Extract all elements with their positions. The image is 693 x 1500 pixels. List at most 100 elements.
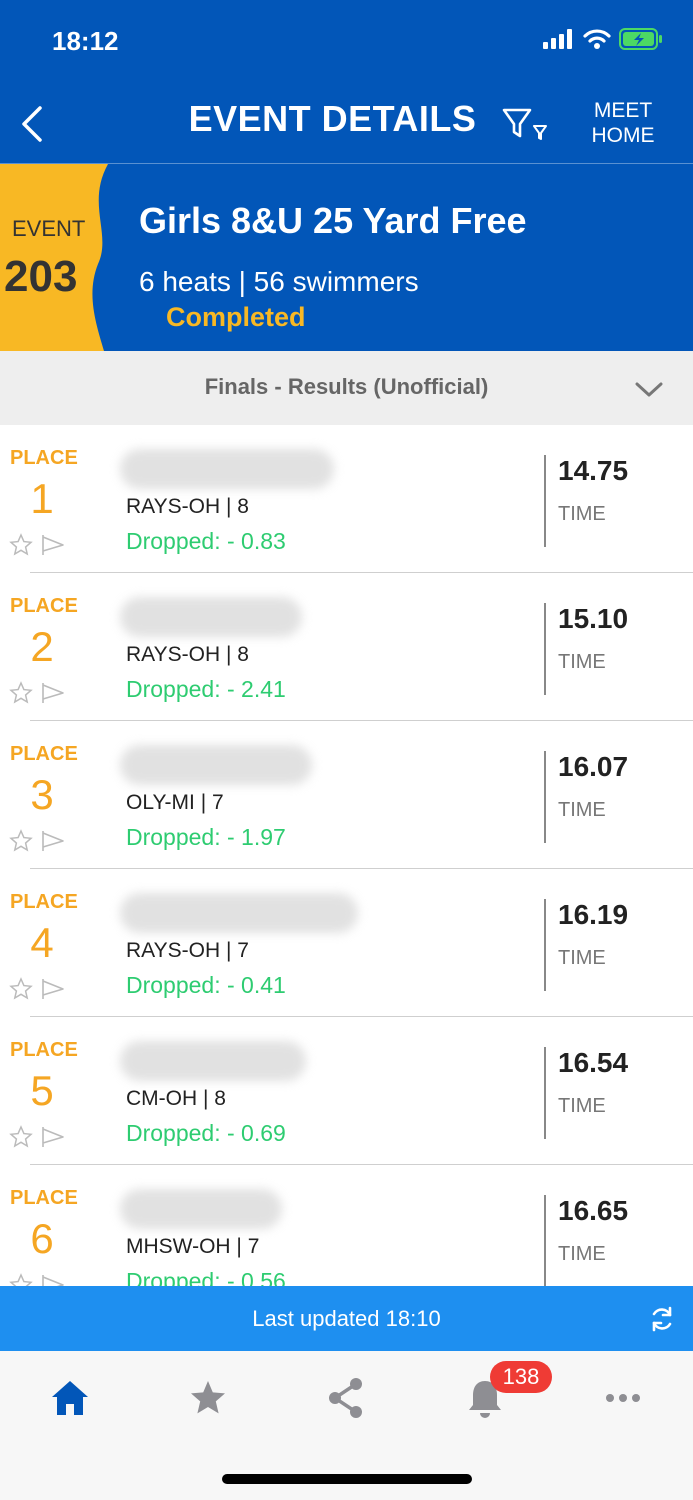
flag-outline-icon[interactable]	[40, 681, 66, 705]
status-time: 18:12	[52, 26, 119, 56]
star-outline-icon[interactable]	[9, 829, 33, 853]
result-row[interactable]: PLACE 5 CM-OH | 8 Dropped: - 0.69 16.54 …	[0, 1017, 693, 1165]
place-label: PLACE	[10, 595, 78, 617]
time-label: TIME	[558, 651, 606, 673]
dropped-time: Dropped: - 2.41	[126, 676, 286, 702]
swimmer-name-redacted	[120, 1041, 306, 1081]
dropped-time: Dropped: - 0.69	[126, 1120, 286, 1146]
swim-time: 16.65	[558, 1195, 629, 1226]
team-age: OLY-MI | 7	[126, 791, 224, 814]
star-outline-icon[interactable]	[9, 681, 33, 705]
event-label: EVENT	[12, 216, 86, 241]
results-selector[interactable]: Finals - Results (Unofficial)	[0, 351, 693, 425]
place-label: PLACE	[10, 447, 78, 469]
status-icons	[543, 28, 663, 50]
team-age: RAYS-OH | 8	[126, 495, 249, 518]
place-number: 6	[30, 1215, 54, 1262]
result-row[interactable]: PLACE 4 RAYS-OH | 7 Dropped: - 0.41 16.1…	[0, 869, 693, 1017]
flag-outline-icon[interactable]	[40, 1273, 66, 1286]
time-divider	[544, 455, 546, 547]
time-label: TIME	[558, 1095, 606, 1117]
chevron-down-icon	[635, 382, 663, 397]
flag-outline-icon[interactable]	[40, 829, 66, 853]
time-label: TIME	[558, 799, 606, 821]
refresh-icon[interactable]	[647, 1304, 677, 1334]
home-indicator[interactable]	[222, 1474, 472, 1484]
home-icon	[52, 1381, 88, 1415]
nav-bar: EVENT DETAILS MEET HOME	[0, 80, 693, 164]
result-row[interactable]: PLACE 3 OLY-MI | 7 Dropped: - 1.97 16.07…	[0, 721, 693, 869]
time-divider	[544, 1195, 546, 1286]
tab-home[interactable]	[40, 1373, 100, 1423]
team-age: RAYS-OH | 7	[126, 939, 249, 962]
last-updated-text: Last updated 18:10	[252, 1306, 441, 1331]
place-number: 5	[30, 1067, 54, 1114]
filter-button[interactable]	[500, 102, 552, 146]
results-label: Finals - Results (Unofficial)	[204, 374, 489, 399]
event-subtitle: 6 heats | 56 swimmers	[139, 266, 419, 297]
results-list[interactable]: PLACE 1 RAYS-OH | 8 Dropped: - 0.83 14.7…	[0, 425, 693, 1286]
place-number: 4	[30, 919, 54, 966]
tab-share[interactable]	[316, 1373, 376, 1423]
star-outline-icon[interactable]	[9, 1273, 33, 1286]
battery-icon	[619, 28, 662, 50]
swimmer-name-redacted	[120, 449, 334, 489]
meet-home-line1: MEET	[593, 99, 653, 122]
dropped-time: Dropped: - 0.41	[126, 972, 286, 998]
place-label: PLACE	[10, 891, 78, 913]
time-divider	[544, 751, 546, 843]
result-row[interactable]: PLACE 6 MHSW-OH | 7 Dropped: - 0.56 16.6…	[0, 1165, 693, 1286]
event-header: EVENT 203 Girls 8&U 25 Yard Free 6 heats…	[0, 164, 693, 351]
tab-favorites[interactable]	[178, 1373, 238, 1423]
swim-time: 15.10	[558, 603, 629, 634]
time-label: TIME	[558, 1243, 606, 1265]
flag-outline-icon[interactable]	[40, 533, 66, 557]
team-age: CM-OH | 8	[126, 1087, 226, 1110]
place-number: 1	[30, 475, 54, 522]
last-updated-bar: Last updated 18:10	[0, 1286, 693, 1351]
swim-time: 16.07	[558, 751, 629, 782]
signal-icon	[543, 29, 572, 49]
swimmer-name-redacted	[120, 893, 358, 933]
tab-more[interactable]	[593, 1373, 653, 1423]
star-icon	[191, 1381, 225, 1414]
swim-time: 14.75	[558, 455, 629, 486]
star-outline-icon[interactable]	[9, 1125, 33, 1149]
dropped-time: Dropped: - 1.97	[126, 824, 286, 850]
share-icon	[329, 1378, 362, 1418]
dropped-time: Dropped: - 0.83	[126, 528, 286, 554]
filter-icon	[502, 108, 547, 140]
place-label: PLACE	[10, 1187, 78, 1209]
wifi-icon	[583, 29, 611, 49]
meet-home-line2: HOME	[591, 124, 655, 147]
flag-outline-icon[interactable]	[40, 977, 66, 1001]
team-age: RAYS-OH | 8	[126, 643, 249, 666]
star-outline-icon[interactable]	[9, 977, 33, 1001]
swimmer-name-redacted	[120, 745, 312, 785]
result-row[interactable]: PLACE 1 RAYS-OH | 8 Dropped: - 0.83 14.7…	[0, 425, 693, 573]
time-label: TIME	[558, 503, 606, 525]
flag-outline-icon[interactable]	[40, 1125, 66, 1149]
star-outline-icon[interactable]	[9, 533, 33, 557]
swimmer-name-redacted	[120, 597, 302, 637]
team-age: MHSW-OH | 7	[126, 1235, 260, 1258]
meet-home-button[interactable]: MEET HOME	[584, 98, 662, 148]
event-number: 203	[4, 252, 78, 301]
place-label: PLACE	[10, 1039, 78, 1061]
event-title: Girls 8&U 25 Yard Free	[139, 200, 527, 241]
page-title: EVENT DETAILS	[188, 98, 477, 139]
place-number: 2	[30, 623, 54, 670]
swimmer-name-redacted	[120, 1189, 282, 1229]
event-status: Completed	[166, 302, 306, 332]
place-number: 3	[30, 771, 54, 818]
status-bar: 18:12	[0, 0, 693, 80]
time-divider	[544, 899, 546, 991]
place-label: PLACE	[10, 743, 78, 765]
time-label: TIME	[558, 947, 606, 969]
time-divider	[544, 1047, 546, 1139]
time-divider	[544, 603, 546, 695]
notification-badge: 138	[490, 1361, 552, 1393]
more-icon	[606, 1394, 640, 1402]
swim-time: 16.54	[558, 1047, 629, 1078]
result-row[interactable]: PLACE 2 RAYS-OH | 8 Dropped: - 2.41 15.1…	[0, 573, 693, 721]
